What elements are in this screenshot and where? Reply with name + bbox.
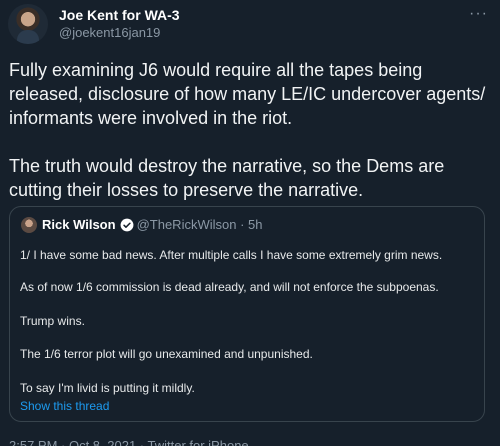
quoted-line-1: 1/ I have some bad news. After multiple …: [20, 248, 443, 262]
author-handle[interactable]: @joekent16jan19: [59, 24, 180, 42]
quoted-line-4: The 1/6 terror plot will go unexamined a…: [20, 347, 313, 361]
quoted-line-3: Trump wins.: [20, 314, 85, 328]
show-thread-link[interactable]: Show this thread: [20, 398, 109, 414]
quoted-line-5: To say I'm livid is putting it mildly.: [20, 381, 195, 395]
tweet-timestamp[interactable]: 2:57 PM · Oct 8, 2021 · Twitter for iPho…: [9, 438, 249, 446]
tweet-paragraph-2: The truth would destroy the narrative, s…: [9, 156, 445, 200]
quoted-line-2: As of now 1/6 commission is dead already…: [20, 280, 439, 294]
quoted-tweet[interactable]: Rick Wilson @TheRickWilson · 5h 1/ I hav…: [9, 206, 485, 422]
quoted-author-name: Rick Wilson: [42, 217, 116, 232]
author-names: Joe Kent for WA-3 @joekent16jan19: [59, 6, 180, 42]
quoted-author-avatar: [21, 217, 37, 233]
author-avatar[interactable]: [8, 4, 48, 44]
quoted-author-meta: @TheRickWilson · 5h: [136, 217, 263, 232]
tweet-header: Joe Kent for WA-3 @joekent16jan19: [8, 2, 180, 46]
ellipsis-icon[interactable]: ···: [469, 6, 488, 22]
tweet-paragraph-1: Fully examining J6 would require all the…: [9, 60, 486, 128]
author-display-name[interactable]: Joe Kent for WA-3: [59, 6, 180, 24]
quoted-tweet-header: Rick Wilson @TheRickWilson · 5h: [21, 217, 262, 233]
verified-badge-icon: [120, 218, 133, 232]
tweet-text: Fully examining J6 would require all the…: [9, 58, 493, 202]
tweet-card: Joe Kent for WA-3 @joekent16jan19 ··· Fu…: [0, 0, 500, 446]
